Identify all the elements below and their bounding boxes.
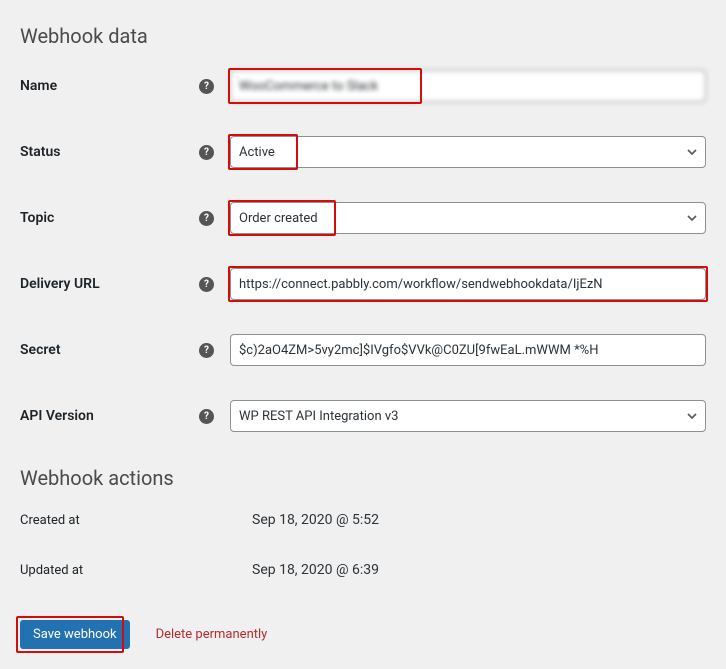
actions-bar: Save webhook Delete permanently (20, 620, 267, 649)
delivery-url-label: Delivery URL (20, 276, 100, 292)
name-input[interactable] (230, 70, 706, 102)
topic-select[interactable]: Order created (230, 202, 706, 234)
delivery-url-row: Delivery URL ? (20, 268, 706, 300)
help-icon[interactable]: ? (199, 343, 214, 358)
updated-at-value: Sep 18, 2020 @ 6:39 (252, 562, 379, 578)
api-version-label: API Version (20, 408, 94, 424)
updated-at-row: Updated at Sep 18, 2020 @ 6:39 (20, 562, 706, 578)
webhook-actions-heading: Webhook actions (20, 466, 706, 490)
status-select[interactable]: Active (230, 136, 706, 168)
created-at-value: Sep 18, 2020 @ 5:52 (252, 512, 379, 528)
help-icon[interactable]: ? (199, 145, 214, 160)
delivery-url-input[interactable] (230, 268, 706, 300)
help-icon[interactable]: ? (199, 277, 214, 292)
api-version-select[interactable]: WP REST API Integration v3 (230, 400, 706, 432)
created-at-label: Created at (20, 513, 80, 528)
secret-row: Secret ? (20, 334, 706, 366)
status-row: Status ? Active (20, 136, 706, 168)
delete-permanently-link[interactable]: Delete permanently (156, 627, 268, 642)
topic-label: Topic (20, 210, 54, 226)
help-icon[interactable]: ? (199, 211, 214, 226)
name-row: Name ? (20, 70, 706, 102)
save-webhook-button[interactable]: Save webhook (20, 620, 130, 649)
help-icon[interactable]: ? (199, 79, 214, 94)
name-label: Name (20, 78, 57, 94)
api-version-row: API Version ? WP REST API Integration v3 (20, 400, 706, 432)
secret-input[interactable] (230, 334, 706, 366)
status-label: Status (20, 144, 60, 160)
secret-label: Secret (20, 342, 61, 358)
created-at-row: Created at Sep 18, 2020 @ 5:52 (20, 512, 706, 528)
help-icon[interactable]: ? (199, 409, 214, 424)
updated-at-label: Updated at (20, 563, 83, 578)
topic-row: Topic ? Order created (20, 202, 706, 234)
webhook-data-heading: Webhook data (20, 24, 706, 48)
